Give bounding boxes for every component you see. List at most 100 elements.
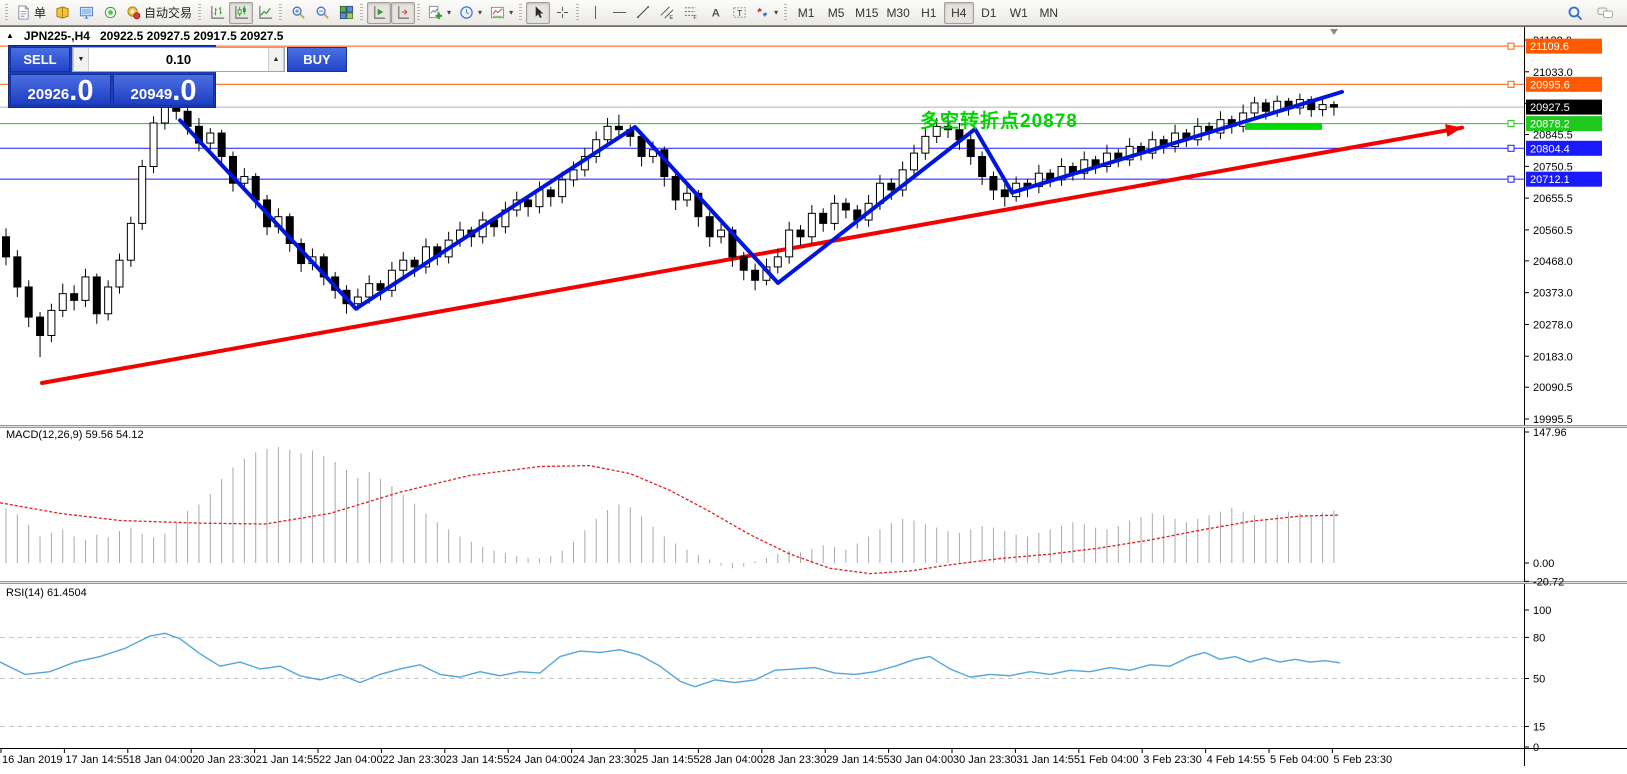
sell-price-button[interactable]: 20926 .0 <box>10 74 111 106</box>
label-icon: T <box>732 5 747 20</box>
lot-decrease-button[interactable]: ▼ <box>73 48 89 71</box>
new-order-button-label: 单 <box>34 4 46 21</box>
tf-h1-button[interactable]: H1 <box>914 2 944 24</box>
time-tick-label: 22 Jan 04:00 <box>319 754 383 766</box>
price-badge-label: 20927.5 <box>1530 102 1570 114</box>
channel-button[interactable]: E <box>655 2 679 24</box>
text-button[interactable]: A <box>703 2 727 24</box>
candle-bull <box>59 294 66 311</box>
toolbar-group-separator <box>5 4 8 22</box>
tf-d1-button[interactable]: D1 <box>974 2 1004 24</box>
tile-windows-button[interactable] <box>334 2 358 24</box>
dropdown-arrow-icon[interactable]: ▾ <box>509 8 513 17</box>
main-toolbar: 单 自动交易 ▾ ▾ ▾ E FAT ▾ M1 M5 M15 M30 H1H4 D1 W1 MN <box>0 0 1627 26</box>
vertical-line-button[interactable] <box>583 2 607 24</box>
fibonacci-button[interactable]: F <box>679 2 703 24</box>
candle-bear <box>411 260 418 267</box>
terminal-button[interactable] <box>74 2 98 24</box>
text-icon: A <box>708 5 723 20</box>
time-tick-label: 30 Jan 04:00 <box>890 754 954 766</box>
candle-bear <box>820 213 827 223</box>
zoom-out-button[interactable] <box>310 2 334 24</box>
price-badge-label: 20712.1 <box>1530 174 1570 186</box>
buy-button[interactable]: BUY <box>287 47 347 72</box>
tf-m1-button[interactable]: M1 <box>791 2 821 24</box>
candlestick-chart-button[interactable] <box>229 2 253 24</box>
arrows-button[interactable]: ▾ <box>751 2 782 24</box>
horizontal-line-button[interactable] <box>607 2 631 24</box>
time-tick-label: 3 Feb 23:30 <box>1143 754 1202 766</box>
indicators-button[interactable]: ▾ <box>424 2 455 24</box>
chat-button[interactable] <box>1593 2 1618 24</box>
templates-button[interactable]: ▾ <box>486 2 517 24</box>
candle-bear <box>615 126 622 129</box>
bar-chart-button[interactable] <box>205 2 229 24</box>
time-tick-label: 1 Feb 04:00 <box>1080 754 1139 766</box>
tf-d1-button-label: D1 <box>981 6 996 20</box>
price-badge-label: 20804.4 <box>1530 143 1570 155</box>
market-watch-button[interactable] <box>50 2 74 24</box>
line-chart-button[interactable] <box>253 2 277 24</box>
time-tick-label: 21 Jan 14:55 <box>256 754 320 766</box>
sell-button[interactable]: SELL <box>10 47 70 72</box>
chart-symbol-period: JPN225-,H4 <box>24 29 90 43</box>
tf-mn-button[interactable]: MN <box>1034 2 1064 24</box>
candle-bear <box>1330 105 1337 108</box>
candle-bear <box>71 294 78 301</box>
chart-shift-button[interactable] <box>391 2 415 24</box>
cursor-button[interactable] <box>526 2 550 24</box>
collapse-icon[interactable]: ▲ <box>6 32 14 40</box>
tf-m5-button[interactable]: M5 <box>821 2 851 24</box>
new-order-button[interactable]: 单 <box>12 2 50 24</box>
candle-bear <box>525 200 532 207</box>
chart-canvas[interactable]: 21128.021033.020938.020845.520750.520655… <box>0 26 1627 774</box>
dropdown-arrow-icon[interactable]: ▾ <box>774 8 778 17</box>
search-icon <box>1567 5 1583 21</box>
trendline-icon <box>636 5 651 20</box>
macd-label: MACD(12,26,9) 59.56 54.12 <box>6 429 144 441</box>
level-line-handle <box>1508 81 1514 87</box>
tf-mn-button-label: MN <box>1039 6 1058 20</box>
templates-icon <box>490 5 505 20</box>
candle-bear <box>990 177 997 190</box>
tf-m30-button-label: M30 <box>886 6 909 20</box>
price-tick-label: 20655.5 <box>1533 193 1573 205</box>
crosshair-button[interactable] <box>550 2 574 24</box>
bar-chart-icon <box>210 5 225 20</box>
buy-price-button[interactable]: 20949 .0 <box>113 74 214 106</box>
toolbar-group-separator <box>279 4 282 22</box>
label-button[interactable]: T <box>727 2 751 24</box>
chart-shift-icon <box>396 5 411 20</box>
price-badge-label: 21109.6 <box>1530 41 1569 53</box>
buy-price-main: 20949 <box>131 87 173 104</box>
lot-size-input[interactable] <box>89 48 268 71</box>
periods-button[interactable]: ▾ <box>455 2 486 24</box>
tf-m5-button-label: M5 <box>828 6 845 20</box>
strategy-tester-button[interactable] <box>98 2 122 24</box>
lot-increase-button[interactable]: ▲ <box>268 48 284 71</box>
toolbar-group-separator <box>784 4 787 22</box>
rsi-tick-label: 15 <box>1533 721 1545 733</box>
dropdown-arrow-icon[interactable]: ▾ <box>447 8 451 17</box>
candle-bear <box>842 203 849 210</box>
tf-w1-button[interactable]: W1 <box>1004 2 1034 24</box>
periods-icon <box>459 5 474 20</box>
toolbar-group-separator <box>417 4 420 22</box>
auto-scroll-button[interactable] <box>367 2 391 24</box>
candle-bear <box>1262 103 1269 111</box>
svg-text:E: E <box>669 15 673 20</box>
candle-bull <box>684 193 691 200</box>
search-button[interactable] <box>1563 2 1587 24</box>
trendline-button[interactable] <box>631 2 655 24</box>
auto-scroll-icon <box>372 5 387 20</box>
dropdown-arrow-icon[interactable]: ▾ <box>478 8 482 17</box>
tf-h4-button[interactable]: H4 <box>944 2 974 24</box>
autotrading-button[interactable]: 自动交易 <box>122 2 196 24</box>
time-tick-label: 29 Jan 14:55 <box>826 754 890 766</box>
price-tick-label: 19995.5 <box>1533 414 1573 426</box>
zoom-in-button[interactable] <box>286 2 310 24</box>
tf-m15-button[interactable]: M15 <box>851 2 882 24</box>
candle-bear <box>706 217 713 237</box>
tf-m30-button[interactable]: M30 <box>882 2 913 24</box>
toolbar-group-separator <box>576 4 579 22</box>
